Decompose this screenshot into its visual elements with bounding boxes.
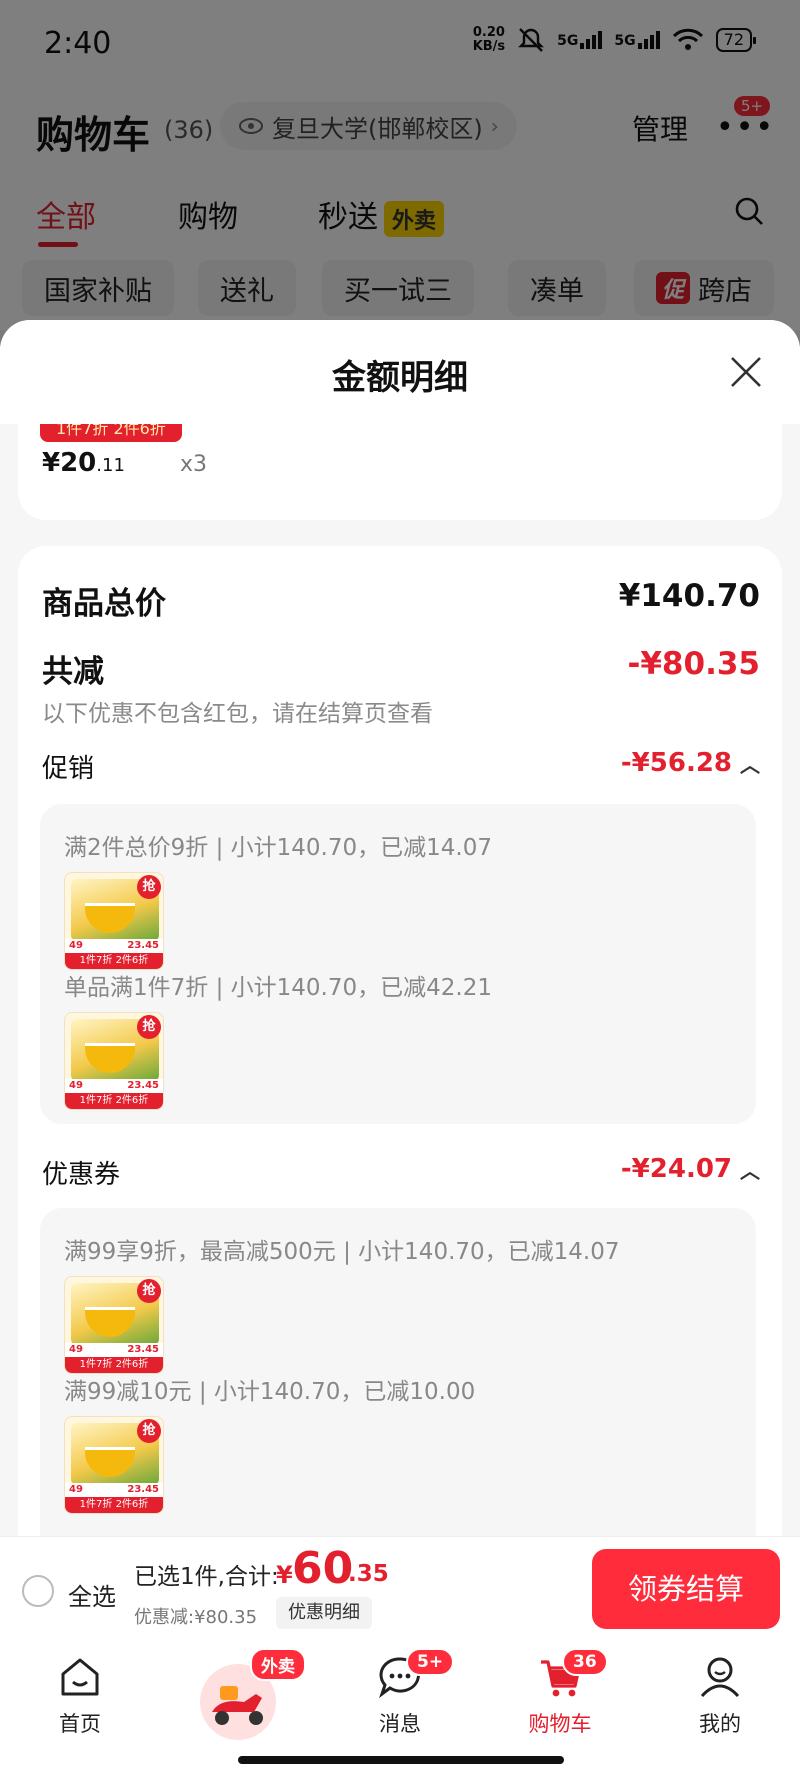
grab-badge: 抢 (137, 1279, 161, 1303)
selected-summary: 已选1件,合计: (134, 1564, 279, 1590)
nav-home[interactable]: 首页 (20, 1654, 140, 1738)
reduce-value: -¥80.35 (627, 646, 761, 682)
total-price-value: ¥140.70 (618, 578, 760, 614)
coupon-rule: 满99减10元 | 小计140.70，已减10.00 (64, 1379, 476, 1405)
messages-badge: 5+ (406, 1648, 455, 1676)
product-thumbnail[interactable]: 抢 49 23.45 1件7折 2件6折 (64, 1012, 164, 1110)
item-quantity: x3 (180, 452, 208, 477)
home-icon (61, 1658, 99, 1696)
checkout-bar: 全选 已选1件,合计: ¥ 60 .35 优惠减:¥80.35 优惠明细 领券结… (0, 1536, 800, 1642)
bottom-nav: 首页 外卖 消息 5+ 购物车 36 我的 (0, 1642, 800, 1777)
coupon-label: 优惠券 (42, 1160, 121, 1190)
product-thumbnail[interactable]: 抢 49 23.45 1件7折 2件6折 (64, 1416, 164, 1514)
nav-profile[interactable]: 我的 (660, 1654, 780, 1738)
waimai-badge: 外卖 (250, 1648, 306, 1681)
discount-summary: 优惠减:¥80.35 (134, 1607, 258, 1628)
grab-badge: 抢 (137, 875, 161, 899)
discount-detail-button[interactable]: 优惠明细 (276, 1597, 372, 1629)
chevron-up-icon: ︿ (740, 1159, 760, 1183)
select-all-label[interactable]: 全选 (68, 1577, 116, 1612)
coupon-toggle[interactable]: -¥24.07 ︿ (621, 1154, 760, 1184)
promotion-toggle[interactable]: -¥56.28 ︿ (621, 748, 760, 778)
item-card: 1件7折 2件6折 ¥20.11 x3 (18, 424, 782, 520)
total-price-label: 商品总价 (42, 586, 166, 622)
item-price: ¥20.11 (42, 448, 125, 478)
sheet-header: 金额明细 (0, 320, 800, 424)
promotion-detail-box: 满2件总价9折 | 小计140.70，已减14.07 抢 49 23.45 1件7… (40, 804, 756, 1124)
profile-icon (700, 1657, 740, 1698)
reduce-label: 共减 (42, 654, 104, 690)
grab-badge: 抢 (137, 1015, 161, 1039)
product-thumbnail[interactable]: 抢 49 23.45 1件7折 2件6折 (64, 872, 164, 970)
grab-badge: 抢 (137, 1419, 161, 1443)
total-currency: ¥ (276, 1561, 293, 1589)
item-promo-tag: 1件7折 2件6折 (40, 424, 182, 442)
select-all-checkbox[interactable] (22, 1575, 54, 1607)
checkout-button[interactable]: 领券结算 (592, 1549, 780, 1629)
promotion-rule: 单品满1件7折 | 小计140.70，已减42.21 (64, 975, 492, 1001)
reduce-note: 以下优惠不包含红包，请在结算页查看 (42, 701, 433, 727)
coupon-rule: 满99享9折，最高减500元 | 小计140.70，已减14.07 (64, 1239, 620, 1265)
promotion-label: 促销 (42, 754, 95, 784)
close-icon[interactable] (726, 352, 766, 392)
total-amount: 60 (292, 1543, 354, 1594)
promotion-rule: 满2件总价9折 | 小计140.70，已减14.07 (64, 835, 492, 861)
product-thumbnail[interactable]: 抢 49 23.45 1件7折 2件6折 (64, 1276, 164, 1374)
chevron-up-icon: ︿ (740, 753, 760, 777)
total-amount-decimal: .35 (348, 1561, 389, 1587)
cart-badge: 36 (562, 1648, 608, 1676)
home-indicator (238, 1756, 564, 1764)
sheet-title: 金额明细 (332, 358, 468, 398)
